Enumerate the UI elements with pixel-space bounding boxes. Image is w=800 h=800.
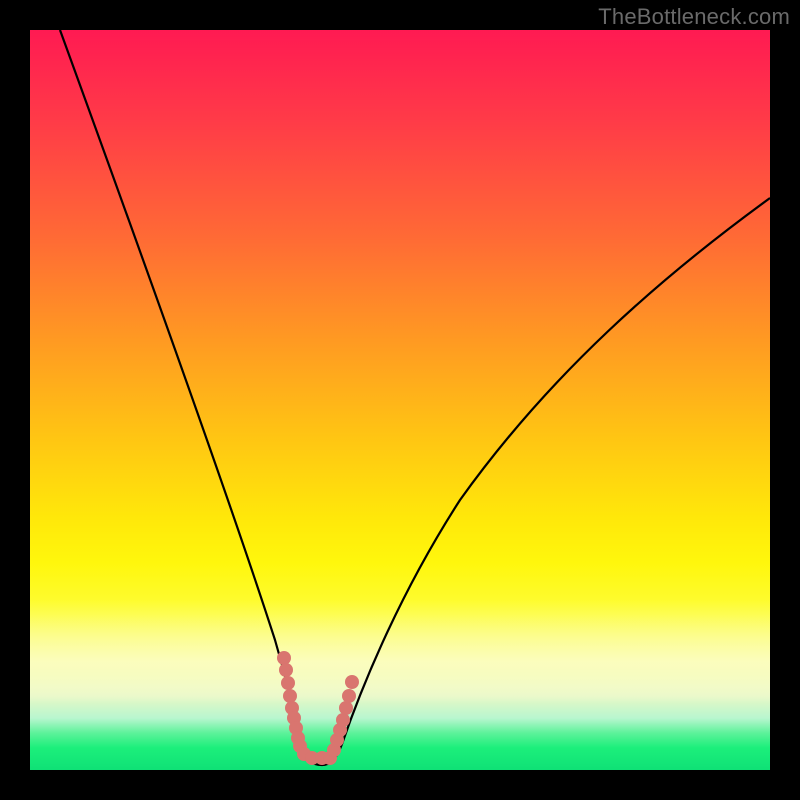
plot-area	[30, 30, 770, 770]
curve-right-branch	[322, 198, 770, 765]
outer-frame: TheBottleneck.com	[0, 0, 800, 800]
bottleneck-curve	[30, 30, 770, 770]
watermark-text: TheBottleneck.com	[598, 4, 790, 30]
marker-cluster	[277, 651, 359, 765]
